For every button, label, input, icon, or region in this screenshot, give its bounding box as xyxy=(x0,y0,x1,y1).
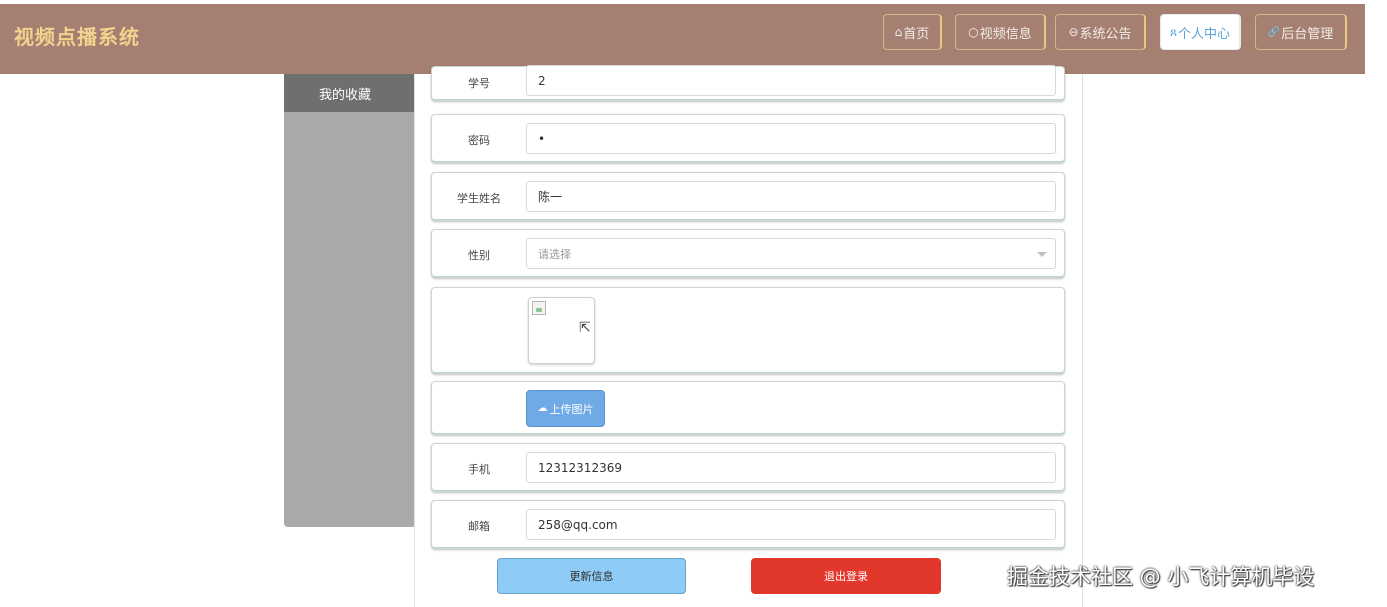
nav-personal-center-label: 个人中心 xyxy=(1178,26,1231,42)
chevron-down-icon xyxy=(1037,252,1047,257)
student-id-label: 学号 xyxy=(468,77,490,90)
nav-admin-label: 后台管理 xyxy=(1281,26,1334,42)
nav-video-info-label: 视频信息 xyxy=(979,26,1032,42)
password-label: 密码 xyxy=(468,134,490,147)
cloud-upload-icon: ☁ xyxy=(537,403,548,414)
nav-admin[interactable]: 🔗 后台管理 xyxy=(1255,14,1347,50)
form-row-student-id: 学号 2 xyxy=(431,65,1065,101)
form-row-password: 密码 • xyxy=(431,114,1065,163)
email-input[interactable]: 258@qq.com xyxy=(526,509,1056,540)
user-icon: ጸ xyxy=(1169,24,1178,39)
form-row-name: 学生姓名 陈一 xyxy=(431,172,1065,221)
form-row-avatar: ⇱ xyxy=(431,287,1065,374)
upload-image-label: 上传图片 xyxy=(549,402,594,416)
broken-image-icon xyxy=(532,301,546,315)
upload-image-button[interactable]: ☁ 上传图片 xyxy=(526,390,605,427)
profile-form: 学号 2 密码 • 学生姓名 陈一 性别 请选择 ⇱ ☁ 上传图片 手机 123… xyxy=(414,65,1083,607)
top-navbar: 视频点播系统 ⌂ 首页 ○ 视频信息 ⊖ 系统公告 ጸ 个人中心 🔗 后台管理 xyxy=(0,4,1365,74)
video-icon: ○ xyxy=(968,25,979,39)
email-label: 邮箱 xyxy=(468,520,490,533)
avatar-image[interactable]: ⇱ xyxy=(528,297,595,364)
nav-announcements[interactable]: ⊖ 系统公告 xyxy=(1055,14,1146,50)
name-input[interactable]: 陈一 xyxy=(526,181,1056,212)
mouse-cursor-icon: ⇱ xyxy=(579,320,591,336)
logout-button[interactable]: 退出登录 xyxy=(751,558,941,594)
nav-announcements-label: 系统公告 xyxy=(1079,26,1132,42)
announcement-icon: ⊖ xyxy=(1068,25,1079,39)
name-label: 学生姓名 xyxy=(457,192,501,205)
link-icon: 🔗 xyxy=(1267,26,1281,38)
sidebar-item-favorites[interactable]: 我的收藏 xyxy=(284,74,416,112)
nav-personal-center[interactable]: ጸ 个人中心 xyxy=(1160,14,1241,50)
form-row-gender: 性别 请选择 xyxy=(431,229,1065,278)
gender-select[interactable]: 请选择 xyxy=(526,238,1056,269)
sidebar: 我的收藏 xyxy=(284,74,416,527)
form-row-upload: ☁ 上传图片 xyxy=(431,381,1065,435)
gender-label: 性别 xyxy=(468,249,490,262)
main-nav: ⌂ 首页 ○ 视频信息 ⊖ 系统公告 ጸ 个人中心 🔗 后台管理 xyxy=(0,14,1365,50)
nav-video-info[interactable]: ○ 视频信息 xyxy=(955,14,1046,50)
home-icon: ⌂ xyxy=(894,25,903,39)
form-row-email: 邮箱 258@qq.com xyxy=(431,500,1065,549)
student-id-input[interactable]: 2 xyxy=(526,65,1056,96)
phone-input[interactable]: 12312312369 xyxy=(526,452,1056,483)
gender-select-placeholder: 请选择 xyxy=(538,247,571,261)
nav-home[interactable]: ⌂ 首页 xyxy=(883,14,942,50)
watermark-text: 掘金技术社区 @ 小飞计算机毕设 xyxy=(1007,565,1315,589)
form-row-phone: 手机 12312312369 xyxy=(431,443,1065,492)
update-info-button[interactable]: 更新信息 xyxy=(497,558,686,594)
nav-home-label: 首页 xyxy=(903,26,930,42)
phone-label: 手机 xyxy=(468,463,490,476)
password-input[interactable]: • xyxy=(526,123,1056,154)
